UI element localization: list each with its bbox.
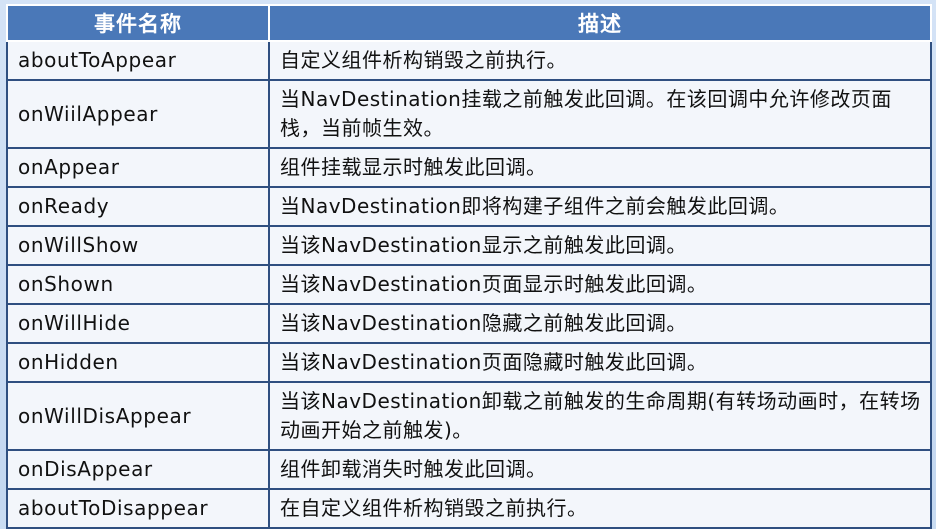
event-name-cell: aboutToDisappear: [6, 488, 270, 529]
event-name-cell: onHidden: [6, 342, 270, 383]
event-name-cell: onWillDisAppear: [6, 381, 270, 451]
description-cell: 当该NavDestination显示之前触发此回调。: [268, 225, 932, 266]
table-row: onReady 当NavDestination即将构建子组件之前会触发此回调。: [6, 186, 932, 227]
event-name-cell: aboutToAppear: [6, 40, 270, 81]
description-cell: 当该NavDestination页面显示时触发此回调。: [268, 264, 932, 305]
event-name-cell: onWillShow: [6, 225, 270, 266]
description-cell: 组件卸载消失时触发此回调。: [268, 449, 932, 490]
description-cell: 当该NavDestination页面隐藏时触发此回调。: [268, 342, 932, 383]
table-header-row: 事件名称 描述: [6, 4, 932, 42]
table-row: onShown 当该NavDestination页面显示时触发此回调。: [6, 264, 932, 305]
table-row: onWillDisAppear 当该NavDestination卸载之前触发的生…: [6, 381, 932, 451]
table-row: onWillHide 当该NavDestination隐藏之前触发此回调。: [6, 303, 932, 344]
event-name-cell: onShown: [6, 264, 270, 305]
header-description: 描述: [268, 4, 932, 42]
description-cell: 自定义组件析构销毁之前执行。: [268, 40, 932, 81]
description-cell: 在自定义组件析构销毁之前执行。: [268, 488, 932, 529]
event-name-cell: onWiilAppear: [6, 79, 270, 149]
description-cell: 当该NavDestination卸载之前触发的生命周期(有转场动画时，在转场动画…: [268, 381, 932, 451]
event-name-cell: onDisAppear: [6, 449, 270, 490]
header-event-name: 事件名称: [6, 4, 270, 42]
slide-background: 事件名称 描述 aboutToAppear 自定义组件析构销毁之前执行。 onW…: [0, 0, 936, 529]
event-name-cell: onWillHide: [6, 303, 270, 344]
table-row: onWillShow 当该NavDestination显示之前触发此回调。: [6, 225, 932, 266]
description-cell: 当NavDestination挂载之前触发此回调。在该回调中允许修改页面栈，当前…: [268, 79, 932, 149]
table-row: aboutToDisappear 在自定义组件析构销毁之前执行。: [6, 488, 932, 529]
event-name-cell: onAppear: [6, 147, 270, 188]
table-row: onDisAppear 组件卸载消失时触发此回调。: [6, 449, 932, 490]
table-row: onAppear 组件挂载显示时触发此回调。: [6, 147, 932, 188]
table-row: aboutToAppear 自定义组件析构销毁之前执行。: [6, 40, 932, 81]
description-cell: 组件挂载显示时触发此回调。: [268, 147, 932, 188]
table-row: onWiilAppear 当NavDestination挂载之前触发此回调。在该…: [6, 79, 932, 149]
lifecycle-events-table: 事件名称 描述 aboutToAppear 自定义组件析构销毁之前执行。 onW…: [6, 4, 932, 529]
event-name-cell: onReady: [6, 186, 270, 227]
table-row: onHidden 当该NavDestination页面隐藏时触发此回调。: [6, 342, 932, 383]
description-cell: 当该NavDestination隐藏之前触发此回调。: [268, 303, 932, 344]
description-cell: 当NavDestination即将构建子组件之前会触发此回调。: [268, 186, 932, 227]
